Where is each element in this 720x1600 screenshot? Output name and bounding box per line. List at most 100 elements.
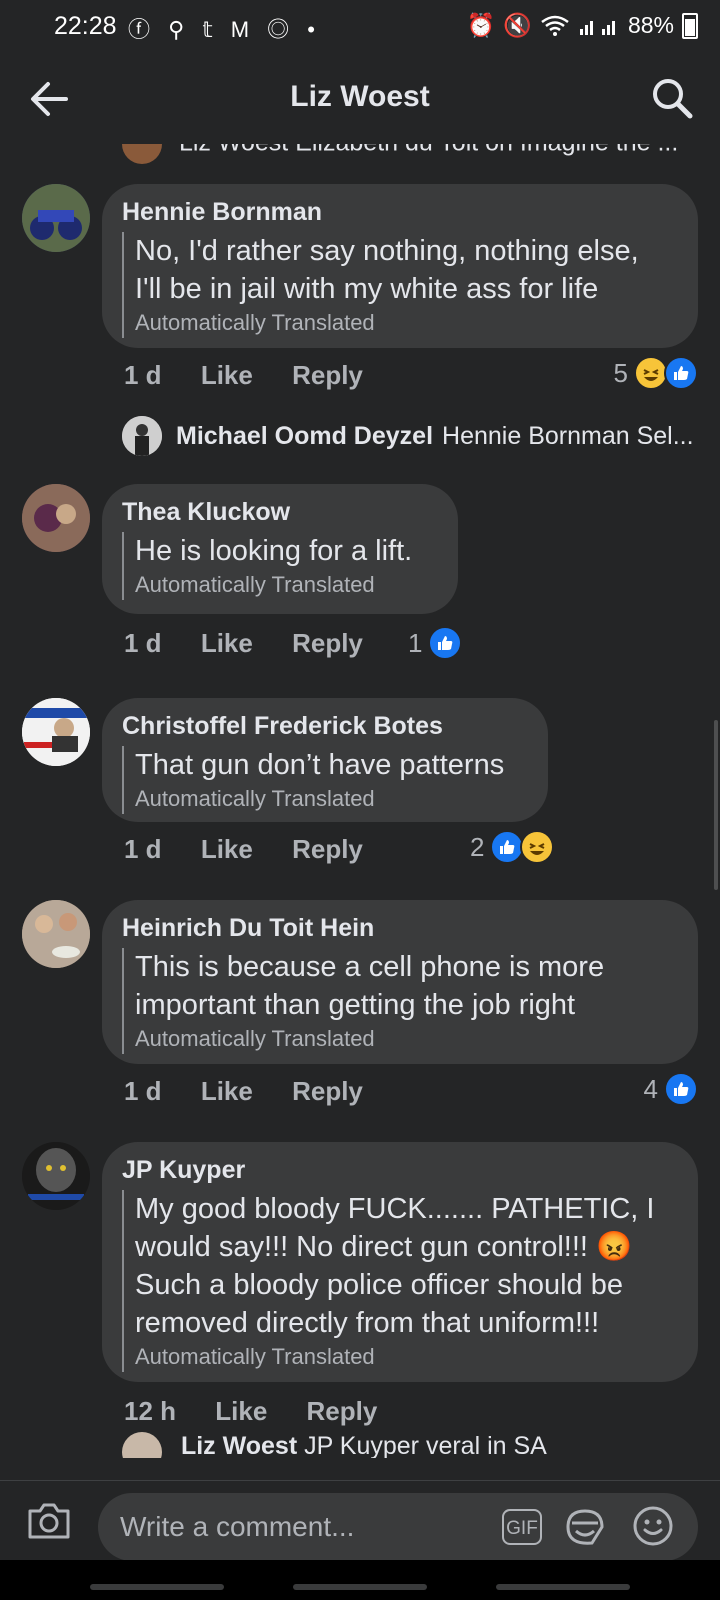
reaction-summary[interactable]: 5 xyxy=(614,356,698,390)
comment-time: 1 d xyxy=(124,1076,162,1106)
comment-text: He is looking for a lift. xyxy=(135,535,413,567)
family-avatar-image xyxy=(22,900,90,968)
comment-quote: That gun don’t have patterns Automatical… xyxy=(122,746,504,814)
comment-bubble[interactable]: Heinrich Du Toit Hein This is because a … xyxy=(102,900,698,1064)
haha-reaction-icon xyxy=(520,830,555,864)
avatar[interactable] xyxy=(22,484,90,552)
search-button[interactable] xyxy=(650,76,694,120)
page-title: Liz Woest xyxy=(290,80,430,113)
comment-actions: 1 d Like Reply xyxy=(124,1076,395,1107)
comment-text: My good bloody FUCK....... PATHETIC, I w… xyxy=(135,1193,655,1339)
like-button[interactable]: Like xyxy=(215,1396,267,1426)
knitting-avatar-image xyxy=(22,484,90,552)
comment-quote: My good bloody FUCK....... PATHETIC, I w… xyxy=(122,1190,654,1372)
status-time: 22:28 xyxy=(54,12,117,40)
comment-author[interactable]: JP Kuyper xyxy=(122,1156,245,1185)
system-icons: ⏰ 🔇 88% xyxy=(467,12,698,39)
comment-actions: 12 h Like Reply xyxy=(124,1396,409,1427)
reply-preview[interactable]: Michael Oomd Deyzel Hennie Bornman Sel..… xyxy=(122,414,694,458)
comment-composer: Write a comment... GIF xyxy=(0,1480,720,1561)
comment-bubble[interactable]: Thea Kluckow He is looking for a lift. A… xyxy=(102,484,458,614)
comment-time: 1 d xyxy=(124,360,162,390)
comment-text: No, I'd rather say nothing, nothing else… xyxy=(135,235,639,305)
translated-label[interactable]: Automatically Translated xyxy=(135,570,412,600)
reaction-summary[interactable]: 4 xyxy=(644,1072,698,1106)
avatar[interactable] xyxy=(22,698,90,766)
camera-button[interactable] xyxy=(26,1499,72,1541)
comment-actions: 1 d Like Reply xyxy=(124,628,395,659)
avatar[interactable] xyxy=(22,1142,90,1210)
comment-bubble[interactable]: Hennie Bornman No, I'd rather say nothin… xyxy=(102,184,698,348)
back-gesture[interactable] xyxy=(496,1584,630,1590)
battery-icon xyxy=(682,12,698,39)
recents-gesture[interactable] xyxy=(90,1584,224,1590)
partial-reply[interactable]: Liz Woest JP Kuyper veral in SA xyxy=(122,1432,547,1458)
reply-button[interactable]: Reply xyxy=(307,1396,378,1426)
avatar xyxy=(122,416,162,456)
notification-icons: ⓕ ⚲ 𝕥 M ◎ • xyxy=(128,17,321,42)
comment-text: This is because a cell phone is more imp… xyxy=(135,951,605,1021)
battery-level: 88% xyxy=(627,12,674,38)
system-nav-bar xyxy=(0,1560,720,1600)
comment-author[interactable]: Hennie Bornman xyxy=(122,198,322,227)
alarm-icon: ⏰ xyxy=(466,12,496,38)
reply-button[interactable]: Reply xyxy=(292,360,363,390)
translated-label[interactable]: Automatically Translated xyxy=(135,1342,654,1372)
reaction-count: 2 xyxy=(470,831,485,862)
comment-time: 12 h xyxy=(124,1396,177,1426)
emoji-button[interactable] xyxy=(632,1505,674,1547)
status-bar: 22:28 ⓕ ⚲ 𝕥 M ◎ • ⏰ 🔇 88% xyxy=(0,0,720,54)
avatar[interactable] xyxy=(22,900,90,968)
reply-button[interactable]: Reply xyxy=(292,628,363,658)
motorcycle-avatar-image xyxy=(22,184,90,252)
wifi-icon xyxy=(541,15,569,36)
like-button[interactable]: Like xyxy=(201,834,253,864)
reply-author[interactable]: Michael Oomd Deyzel xyxy=(176,422,433,451)
comment-quote: This is because a cell phone is more imp… xyxy=(122,948,604,1054)
comment-text: That gun don’t have patterns xyxy=(135,749,505,781)
reaction-summary[interactable]: 2 xyxy=(470,830,555,864)
sticker-icon xyxy=(566,1509,604,1545)
reply-text: JP Kuyper veral in SA xyxy=(304,1432,547,1458)
reaction-summary[interactable]: 1 xyxy=(408,626,463,660)
comment-quote: No, I'd rather say nothing, nothing else… xyxy=(122,232,639,338)
translated-label[interactable]: Automatically Translated xyxy=(135,1024,604,1054)
comment-input[interactable]: Write a comment... GIF xyxy=(98,1493,698,1561)
reply-text: Hennie Bornman Sel... xyxy=(442,421,694,450)
search-icon xyxy=(653,79,693,119)
gif-button[interactable]: GIF xyxy=(502,1509,542,1545)
lion-avatar-image xyxy=(22,1142,90,1210)
like-button[interactable]: Like xyxy=(201,1076,253,1106)
reply-button[interactable]: Reply xyxy=(292,1076,363,1106)
comment-bubble[interactable]: JP Kuyper My good bloody FUCK....... PAT… xyxy=(102,1142,698,1382)
signal-icon xyxy=(579,20,615,35)
home-gesture[interactable] xyxy=(293,1584,427,1590)
translated-label[interactable]: Automatically Translated xyxy=(135,784,504,814)
scrollbar[interactable] xyxy=(714,720,718,890)
like-button[interactable]: Like xyxy=(201,360,253,390)
comment-placeholder: Write a comment... xyxy=(120,1511,355,1542)
comment-author[interactable]: Thea Kluckow xyxy=(122,498,290,527)
reaction-count: 1 xyxy=(408,627,423,658)
sticker-button[interactable] xyxy=(564,1507,606,1547)
comment-author[interactable]: Christoffel Frederick Botes xyxy=(122,712,443,741)
comment-bubble[interactable]: Christoffel Frederick Botes That gun don… xyxy=(102,698,548,822)
translated-label[interactable]: Automatically Translated xyxy=(135,308,639,338)
avatar[interactable] xyxy=(22,184,90,252)
avatar xyxy=(122,1432,162,1458)
comment-actions: 1 d Like Reply xyxy=(124,834,395,865)
thumbs-up-reaction-icon xyxy=(490,830,525,864)
thumbs-up-reaction-icon xyxy=(664,1072,698,1106)
comment-time: 1 d xyxy=(124,628,162,658)
reaction-count: 4 xyxy=(643,1073,658,1104)
reaction-count: 5 xyxy=(613,357,628,388)
top-bar: Liz Woest xyxy=(0,54,720,144)
comment-quote: He is looking for a lift. Automatically … xyxy=(122,532,412,600)
comment-actions: 1 d Like Reply xyxy=(124,360,395,391)
comment-time: 1 d xyxy=(124,834,162,864)
like-button[interactable]: Like xyxy=(201,628,253,658)
thumbs-up-reaction-icon xyxy=(428,626,463,660)
reply-button[interactable]: Reply xyxy=(292,834,363,864)
thumbs-up-reaction-icon xyxy=(664,356,698,390)
comment-author[interactable]: Heinrich Du Toit Hein xyxy=(122,914,374,943)
